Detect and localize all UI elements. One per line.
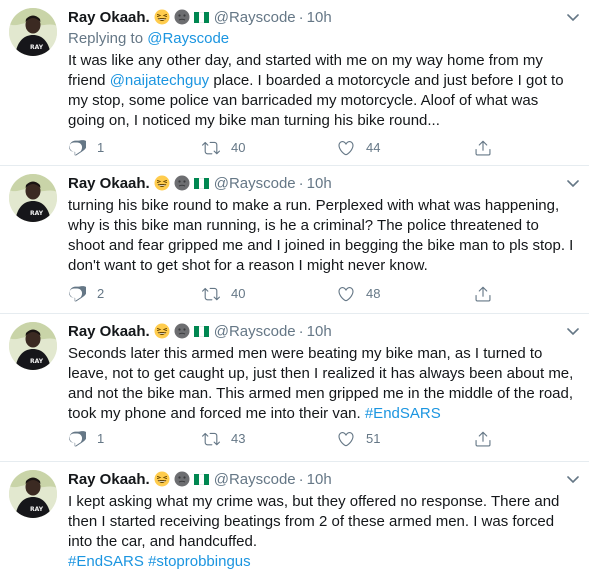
like-button[interactable]: 51 <box>337 429 380 449</box>
avatar[interactable] <box>9 8 57 56</box>
author-handle[interactable]: @Rayscode <box>214 175 296 192</box>
dark-circle-emoji-icon <box>174 175 190 191</box>
avatar-image <box>9 8 57 56</box>
tweet-text-part: Seconds later this armed men were beatin… <box>68 345 574 422</box>
chevron-down-icon[interactable] <box>567 328 579 336</box>
tweet-actions: 2 40 48 <box>68 284 508 304</box>
tweet-text: Seconds later this armed men were beatin… <box>68 344 579 424</box>
reply-icon <box>68 285 86 303</box>
reply-count: 1 <box>97 140 105 155</box>
reply-icon <box>68 430 86 448</box>
like-count: 51 <box>366 431 381 446</box>
grinning-squint-emoji-icon <box>154 9 170 25</box>
share-button[interactable] <box>474 429 503 449</box>
author-handle[interactable]: @Rayscode <box>214 471 296 488</box>
separator-dot: · <box>298 175 304 192</box>
share-icon <box>474 285 492 303</box>
share-button[interactable] <box>474 284 503 304</box>
replying-to-link[interactable]: @Rayscode <box>147 30 229 47</box>
grinning-squint-emoji-icon <box>154 323 170 339</box>
chevron-down-icon[interactable] <box>567 14 579 22</box>
retweet-count: 40 <box>231 140 246 155</box>
like-button[interactable]: 44 <box>337 138 380 158</box>
avatar[interactable] <box>9 174 57 222</box>
share-icon <box>474 430 492 448</box>
tweet-header: Ray Okaah. @Rayscode · 10h <box>68 470 579 490</box>
heart-icon <box>337 430 355 448</box>
tweet-text: It was like any other day, and started w… <box>68 51 579 131</box>
tweet[interactable]: Ray Okaah. @Rayscode · 10h I kept asking wh… <box>0 462 589 575</box>
tweet-time[interactable]: 10h <box>307 9 332 26</box>
like-button[interactable]: 48 <box>337 284 380 304</box>
avatar[interactable] <box>9 322 57 370</box>
grinning-squint-emoji-icon <box>154 471 170 487</box>
author-name[interactable]: Ray Okaah. <box>68 175 150 192</box>
author-handle[interactable]: @Rayscode <box>214 9 296 26</box>
author-name[interactable]: Ray Okaah. <box>68 9 150 26</box>
nigeria-flag-icon <box>193 326 209 337</box>
tweet-actions: 1 43 51 <box>68 429 508 449</box>
heart-icon <box>337 285 355 303</box>
replying-to: Replying to @Rayscode <box>68 29 579 49</box>
tweet-text: I kept asking what my crime was, but the… <box>68 492 579 572</box>
tweet[interactable]: Ray Okaah. @Rayscode · 10h turning his bike… <box>0 166 589 314</box>
tweet-text: turning his bike round to make a run. Pe… <box>68 197 574 274</box>
reply-count: 1 <box>97 431 105 446</box>
reply-button[interactable]: 2 <box>68 284 104 304</box>
separator-dot: · <box>298 9 304 26</box>
nigeria-flag-icon <box>193 12 209 23</box>
mention-link[interactable]: @naijatechguy <box>110 72 209 89</box>
reply-count: 2 <box>97 286 105 301</box>
retweet-icon <box>202 139 220 157</box>
tweet-header: Ray Okaah. @Rayscode · 10h <box>68 174 579 194</box>
tweet-header: Ray Okaah. @Rayscode · 10h <box>68 322 579 342</box>
chevron-down-icon[interactable] <box>567 180 579 188</box>
dark-circle-emoji-icon <box>174 323 190 339</box>
grinning-squint-emoji-icon <box>154 175 170 191</box>
nigeria-flag-icon <box>193 474 209 485</box>
chevron-down-icon[interactable] <box>567 476 579 484</box>
retweet-button[interactable]: 43 <box>202 429 245 449</box>
separator-dot: · <box>298 471 304 488</box>
avatar-image <box>9 322 57 370</box>
replying-to-label: Replying to <box>68 30 148 47</box>
tweet-text-part: I kept asking what my crime was, but the… <box>68 493 560 550</box>
like-count: 44 <box>366 140 381 155</box>
tweet-header: Ray Okaah. @Rayscode · 10h <box>68 8 579 28</box>
avatar[interactable] <box>9 470 57 518</box>
nigeria-flag-icon <box>193 178 209 189</box>
tweet-time[interactable]: 10h <box>307 323 332 340</box>
heart-icon <box>337 139 355 157</box>
hashtag-link[interactable]: #stoprobbingus <box>148 553 251 570</box>
tweet[interactable]: Ray Okaah. @Rayscode · 10h Replying to @Ray… <box>0 0 589 166</box>
hashtag-link[interactable]: #EndSARS <box>365 405 441 422</box>
hashtag-link[interactable]: #EndSARS <box>68 553 144 570</box>
avatar-image <box>9 174 57 222</box>
avatar-image <box>9 470 57 518</box>
author-name[interactable]: Ray Okaah. <box>68 471 150 488</box>
retweet-button[interactable]: 40 <box>202 284 245 304</box>
tweet-time[interactable]: 10h <box>307 471 332 488</box>
author-name[interactable]: Ray Okaah. <box>68 323 150 340</box>
tweet-time[interactable]: 10h <box>307 175 332 192</box>
tweet-actions: 1 40 44 <box>68 138 508 158</box>
like-count: 48 <box>366 286 381 301</box>
separator-dot: · <box>298 323 304 340</box>
reply-icon <box>68 139 86 157</box>
reply-button[interactable]: 1 <box>68 429 104 449</box>
retweet-icon <box>202 430 220 448</box>
retweet-count: 43 <box>231 431 246 446</box>
retweet-icon <box>202 285 220 303</box>
tweet[interactable]: Ray Okaah. @Rayscode · 10h Seconds later th… <box>0 314 589 462</box>
retweet-count: 40 <box>231 286 246 301</box>
reply-button[interactable]: 1 <box>68 138 104 158</box>
dark-circle-emoji-icon <box>174 471 190 487</box>
author-handle[interactable]: @Rayscode <box>214 323 296 340</box>
retweet-button[interactable]: 40 <box>202 138 245 158</box>
share-icon <box>474 139 492 157</box>
share-button[interactable] <box>474 138 503 158</box>
dark-circle-emoji-icon <box>174 9 190 25</box>
